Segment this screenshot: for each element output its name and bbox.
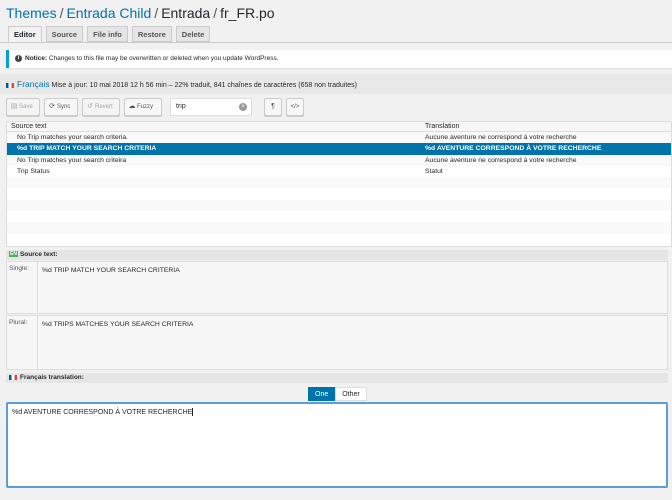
french-flag-icon — [6, 82, 14, 88]
breadcrumb: Themes / Entrada Child / Entrada / fr_FR.po — [6, 5, 275, 21]
tab-editor[interactable]: Editor — [8, 26, 42, 42]
row-source: No Trip matches your search criteira — [17, 156, 127, 164]
tab-plural-one[interactable]: One — [308, 387, 336, 401]
fuzzy-button[interactable]: ☁ Fuzzy — [124, 98, 162, 116]
row-translation: %d AVENTURE CORRESPOND À VOTRE RECHERCHE — [425, 145, 602, 153]
translation-textarea[interactable]: %d AVENTURE CORRESPOND À VOTRE RECHERCHE — [6, 402, 668, 488]
revert-button[interactable]: ↺ Revert — [82, 98, 120, 116]
breadcrumb-file: fr_FR.po — [220, 5, 275, 21]
info-icon: i — [15, 54, 22, 62]
breadcrumb-separator: / — [213, 5, 218, 21]
clear-search-icon[interactable]: × — [239, 103, 247, 111]
source-single-text: %d TRIP MATCH YOUR SEARCH CRITERIA — [37, 262, 667, 313]
table-row[interactable]: Trip Status Statut — [7, 166, 671, 177]
table-row[interactable]: No Trip matches your search criteria. Au… — [7, 132, 671, 144]
save-icon: ▤ — [10, 103, 18, 110]
breadcrumb-separator: / — [59, 5, 64, 21]
grid-header: Source text Translation — [7, 122, 671, 132]
empty-row — [7, 188, 671, 199]
language-link[interactable]: Français — [17, 79, 50, 89]
row-translation: Aucune aventure ne correspond à votre re… — [425, 156, 577, 164]
source-single-box: Single: %d TRIP MATCH YOUR SEARCH CRITER… — [6, 261, 668, 314]
translation-text: %d AVENTURE CORRESPOND À VOTRE RECHERCHE — [12, 408, 193, 416]
source-text-header: EN Source text: — [6, 250, 668, 260]
plural-form-tabs: One Other — [308, 387, 367, 401]
tab-bar: Editor Source File info Restore Delete — [8, 26, 211, 42]
source-plural-box: Plural: %d TRIPS MATCHES YOUR SEARCH CRI… — [6, 315, 668, 370]
single-label: Single: — [9, 265, 29, 272]
tab-restore[interactable]: Restore — [131, 26, 172, 42]
fuzzy-label: Fuzzy — [137, 104, 154, 110]
breadcrumb-themes-link[interactable]: Themes — [6, 5, 57, 21]
breadcrumb-child-theme-link[interactable]: Entrada Child — [66, 5, 151, 21]
cloud-icon: ☁ — [128, 103, 136, 110]
revert-icon: ↺ — [87, 103, 93, 110]
plural-label: Plural: — [9, 319, 28, 326]
language-bar: Français Mise à jour: 10 mai 2018 12 h 5… — [0, 74, 672, 94]
notice-label: Notice: — [25, 55, 48, 62]
invisibles-toggle-button[interactable]: ¶ — [264, 98, 282, 116]
empty-row — [7, 211, 671, 222]
row-source: Trip Status — [17, 167, 50, 175]
tab-delete[interactable]: Delete — [175, 26, 211, 42]
sync-label: Sync — [57, 104, 71, 110]
translation-title: Français translation: — [20, 374, 84, 381]
search-input[interactable]: trip × — [170, 98, 252, 116]
row-source: No Trip matches your search criteria. — [17, 134, 129, 141]
tab-divider — [0, 42, 672, 43]
search-value: trip — [176, 103, 186, 110]
tab-plural-other[interactable]: Other — [335, 387, 367, 401]
row-source: %d TRIP MATCH YOUR SEARCH CRITERIA — [17, 145, 157, 153]
empty-row — [7, 199, 671, 212]
empty-row — [7, 177, 671, 189]
empty-row — [7, 234, 671, 245]
column-header-source[interactable]: Source text — [7, 122, 421, 131]
french-flag-icon — [9, 374, 17, 380]
code-view-toggle-button[interactable]: </> — [286, 98, 304, 116]
breadcrumb-separator: / — [154, 5, 159, 21]
save-label: Save — [19, 104, 33, 110]
sync-icon: ⟳ — [49, 103, 55, 110]
language-meta: Mise à jour: 10 mai 2018 12 h 56 min – 2… — [51, 82, 358, 89]
empty-row — [7, 222, 671, 234]
source-plural-text: %d TRIPS MATCHES YOUR SEARCH CRITERIA — [37, 316, 667, 369]
translation-header: Français translation: — [6, 373, 668, 383]
grid-body: No Trip matches your search criteria. Au… — [7, 132, 671, 245]
revert-label: Revert — [95, 104, 113, 110]
english-badge-icon: EN — [9, 251, 18, 258]
breadcrumb-parent-theme: Entrada — [161, 5, 211, 21]
column-header-translation[interactable]: Translation — [421, 122, 671, 131]
sync-button[interactable]: ⟳ Sync — [44, 98, 78, 116]
table-row[interactable]: No Trip matches your search criteira Auc… — [7, 154, 671, 166]
tab-file-info[interactable]: File info — [87, 26, 128, 42]
update-notice: i Notice: Changes to this file may be ove… — [6, 50, 672, 68]
translation-grid: Source text Translation No Trip matches … — [6, 121, 672, 247]
row-translation: Statut — [425, 167, 443, 175]
source-text-title: Source text: — [19, 251, 58, 258]
save-button[interactable]: ▤ Save — [6, 98, 40, 116]
editor-toolbar: ▤ Save ⟳ Sync ↺ Revert ☁ Fuzzy trip × ¶ </> — [6, 98, 672, 116]
tab-source[interactable]: Source — [45, 26, 84, 42]
notice-text: Changes to this file may be overwritten … — [48, 55, 279, 62]
text-caret — [192, 408, 194, 416]
row-translation: Aucune aventure ne correspond à votre re… — [425, 134, 577, 141]
table-row-selected[interactable]: %d TRIP MATCH YOUR SEARCH CRITERIA %d AV… — [7, 143, 671, 155]
